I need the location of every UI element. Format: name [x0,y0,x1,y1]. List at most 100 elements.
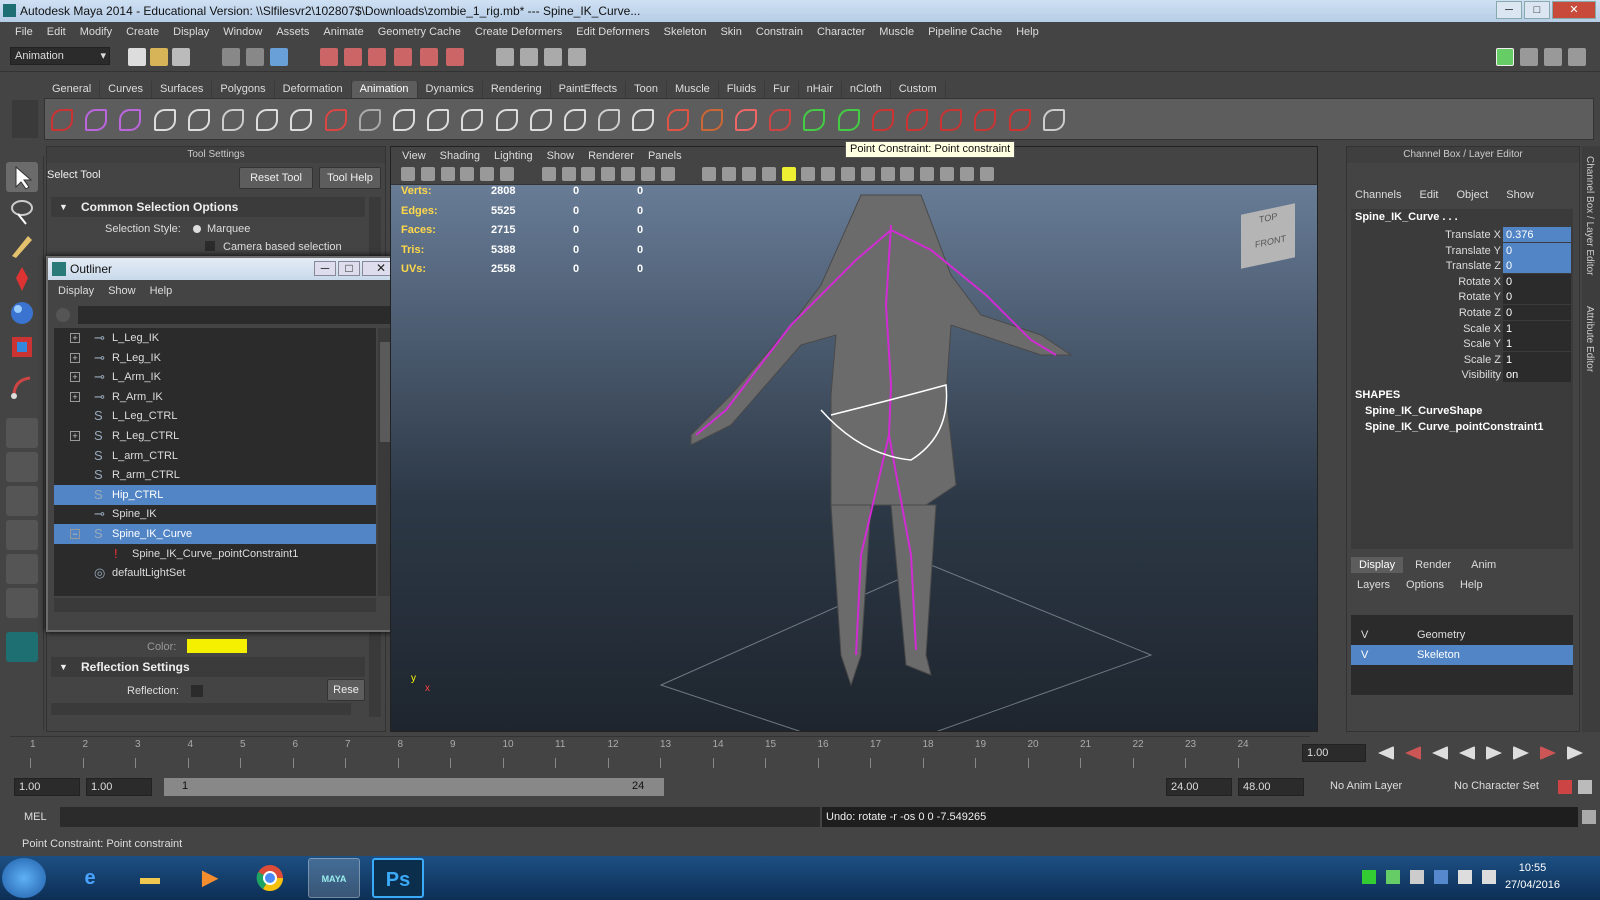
auto-key-icon[interactable] [1558,780,1572,794]
joint-icon[interactable] [153,109,176,131]
shelf-tab-toon[interactable]: Toon [626,81,667,98]
viewport-menu-panels[interactable]: Panels [641,147,689,165]
snap-plane-icon[interactable] [394,48,412,66]
muscle-icon[interactable] [769,109,792,131]
move-tool-icon[interactable] [6,264,38,294]
step-forward-frame-icon[interactable] [1513,746,1529,760]
menu-modify[interactable]: Modify [73,26,119,38]
select-hierarchy-icon[interactable] [222,48,240,66]
show-toolsettings-icon[interactable] [1496,48,1514,66]
constraint-parent-icon[interactable] [837,109,860,131]
reflection-section[interactable]: Reflection Settings [51,657,365,677]
persp-outliner-layout-icon[interactable] [6,486,38,516]
single-perspective-layout-icon[interactable] [6,418,38,448]
scene-end-field[interactable]: 48.00 [1238,778,1304,796]
paint-fx-icon[interactable] [803,109,826,131]
layer-tab-display[interactable]: Display [1351,557,1404,573]
use-all-lights-icon[interactable] [781,167,796,181]
menu-assets[interactable]: Assets [269,26,316,38]
scene-start-field[interactable]: 1.00 [14,778,80,796]
viewcube[interactable]: TOP FRONT [1241,203,1295,269]
snap-surface-icon[interactable] [420,48,438,66]
constraint-scale-icon[interactable] [940,109,963,131]
bookmark-icon[interactable] [440,167,455,181]
snap-view-icon[interactable] [446,48,464,66]
shelf-tab-ncloth[interactable]: nCloth [842,81,891,98]
outliner-search-input[interactable] [78,306,394,324]
outliner-row[interactable]: S L_arm_CTRL [54,446,376,466]
smooth-shade-icon[interactable] [722,167,737,181]
blend-shape-icon[interactable] [461,109,484,131]
save-scene-icon[interactable] [172,48,190,66]
shelf-menu-icon[interactable] [12,100,38,138]
menu-display[interactable]: Display [166,26,216,38]
show-channelbox-icon[interactable] [1544,48,1562,66]
soft-mod-icon[interactable] [598,109,621,131]
persp-graph-layout-icon[interactable] [6,520,38,550]
shelf-tab-polygons[interactable]: Polygons [212,81,275,98]
safe-title-icon[interactable] [660,167,675,181]
anti-aliasing-icon[interactable] [860,167,875,181]
xray-components-icon[interactable] [959,167,974,181]
new-scene-icon[interactable] [128,48,146,66]
step-forward-key-icon[interactable] [1540,746,1556,760]
expand-toggle-icon[interactable]: + [70,372,80,383]
outliner-titlebar[interactable]: Outliner ─ □ ✕ [48,258,404,280]
shape-node[interactable]: Spine_IK_Curve_pointConstraint1 [1365,421,1543,433]
hud-toggle-icon[interactable] [979,167,994,181]
channel-row[interactable]: Translate X 0.376 [1351,227,1573,243]
color-swatch[interactable] [187,639,247,653]
reflection-checkbox[interactable] [191,685,203,697]
isolate-select-icon[interactable] [900,167,915,181]
outliner-menu-show[interactable]: Show [108,280,136,302]
lattice-icon[interactable] [358,109,381,131]
playback-end-field[interactable]: 24.00 [1166,778,1232,796]
menu-create[interactable]: Create [119,26,166,38]
viewport-menu-view[interactable]: View [395,147,433,165]
show-attribute-editor-icon[interactable] [1520,48,1538,66]
lasso-tool-icon[interactable] [6,196,38,226]
layer-menu-options[interactable]: Options [1406,579,1444,591]
menu-help[interactable]: Help [1009,26,1046,38]
wire-on-shaded-icon[interactable] [742,167,756,181]
render-settings-icon[interactable] [568,48,586,66]
layer-tab-render[interactable]: Render [1407,557,1459,573]
outliner-row[interactable]: + ⊸ R_Leg_IK [54,348,376,368]
menu-file[interactable]: File [8,26,40,38]
reset-tool-button[interactable]: Reset Tool [239,167,313,189]
channel-value[interactable]: 0 [1503,273,1571,289]
shelf-tab-curves[interactable]: Curves [100,81,152,98]
maximize-button[interactable]: □ [1524,1,1550,19]
taskbar-clock[interactable]: 10:55 27/04/2016 [1505,860,1560,894]
outliner-vscroll-thumb[interactable] [380,342,390,442]
outliner-minimize-button[interactable]: ─ [314,261,336,276]
expand-toggle-icon[interactable]: + [70,352,80,363]
time-slider[interactable]: 1 2 3 4 5 6 7 8 9 10 11 12 13 14 15 16 17 18 19 20 21 22 23 24 [10,736,1310,768]
select-component-icon[interactable] [270,48,288,66]
channel-object-name[interactable]: Spine_IK_Curve . . . [1355,211,1458,223]
wrap-icon[interactable] [393,109,415,131]
outliner-row[interactable]: ⊸ Spine_IK [54,504,376,524]
channel-menu-show[interactable]: Show [1506,189,1534,201]
step-back-frame-icon[interactable] [1432,746,1448,760]
outliner-row[interactable]: + ⊸ L_Arm_IK [54,367,376,387]
outliner-row[interactable]: ! Spine_IK_Curve_pointConstraint1 [54,544,376,564]
menu-skeleton[interactable]: Skeleton [657,26,714,38]
chrome-icon[interactable] [244,858,296,898]
reflection-reset-button[interactable]: Rese [327,679,365,701]
network-tray-icon[interactable] [1458,870,1472,884]
anim-prefs-icon[interactable] [1578,780,1592,794]
open-scene-icon[interactable] [150,48,168,66]
shelf-tab-custom[interactable]: Custom [891,81,946,98]
shelf-tab-general[interactable]: General [44,81,101,98]
photoshop-taskbar-icon[interactable]: Ps [372,858,424,898]
viewport-menu-lighting[interactable]: Lighting [487,147,540,165]
outliner-row[interactable]: + ⊸ R_Arm_IK [54,387,376,407]
volume-tray-icon[interactable] [1482,870,1496,884]
motion-path-icon[interactable] [666,109,689,131]
channel-row[interactable]: Rotate X0 [1351,273,1573,290]
mel-label[interactable]: MEL [24,811,47,823]
outliner-row[interactable]: S Hip_CTRL [54,484,376,505]
ik-spline-icon[interactable] [119,109,142,131]
menu-edit-deformers[interactable]: Edit Deformers [569,26,656,38]
